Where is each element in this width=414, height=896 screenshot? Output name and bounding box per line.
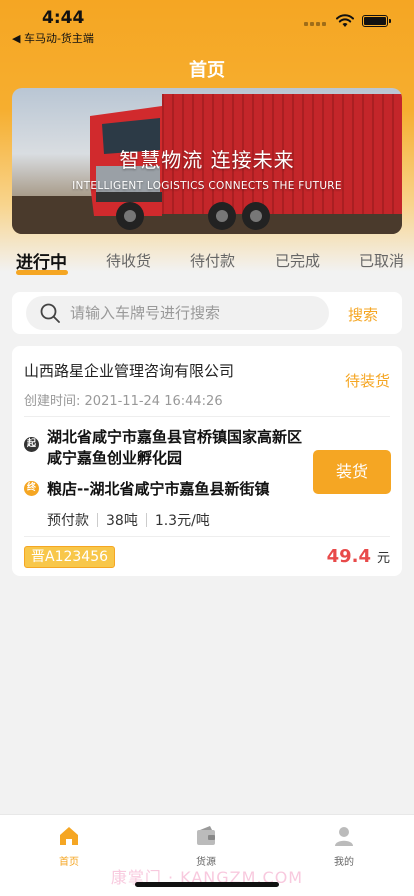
tab-cancelled[interactable]: 已取消	[359, 250, 404, 271]
meta-separator	[97, 513, 98, 527]
created-time-value: 2021-11-24 16:44:26	[84, 394, 223, 409]
created-time-label: 创建时间:	[24, 394, 81, 409]
home-icon	[60, 827, 78, 845]
order-price: 49.4 元	[327, 546, 390, 567]
search-bar: 搜索	[12, 292, 402, 334]
page-title: 首页	[189, 60, 225, 81]
tab-pending-payment[interactable]: 待付款	[190, 250, 235, 271]
load-button[interactable]: 装货	[313, 450, 391, 494]
status-icons	[304, 14, 391, 28]
destination-badge-icon: 终	[24, 481, 39, 496]
home-indicator	[135, 882, 279, 887]
cargo-weight: 38吨	[106, 513, 138, 529]
user-icon	[335, 827, 353, 846]
back-to-app-link[interactable]: ◀ 车马动-货主端	[12, 30, 94, 46]
search-button[interactable]: 搜索	[348, 304, 378, 325]
search-icon	[40, 303, 60, 323]
origin-badge-icon: 起	[24, 437, 39, 452]
signal-icon	[304, 16, 328, 26]
origin-address: 湖北省咸宁市嘉鱼县官桥镇国家高新区咸宁嘉鱼创业孵化园	[47, 428, 303, 467]
divider	[24, 416, 390, 417]
license-plate-badge: 晋A123456	[24, 546, 116, 568]
order-card[interactable]: 山西路星企业管理咨询有限公司 待装货 创建时间: 2021-11-24 16:4…	[12, 346, 402, 576]
freight-rate: 1.3元/吨	[154, 513, 210, 529]
wifi-icon	[336, 14, 354, 27]
meta-separator	[145, 513, 147, 527]
search-box	[26, 296, 329, 330]
order-status-label: 待装货	[344, 372, 390, 390]
status-time: 4:44	[42, 8, 85, 28]
order-meta: 预付款 38吨 1.3元/吨	[47, 510, 210, 530]
price-unit: 元	[376, 551, 390, 566]
tab-pending-receipt[interactable]: 待收货	[106, 250, 151, 271]
status-bar: 4:44 ◀ 车马动-货主端	[0, 0, 414, 46]
active-tab-indicator	[16, 270, 68, 275]
tab-completed[interactable]: 已完成	[275, 250, 320, 271]
banner-subtitle: INTELLIGENT LOGISTICS CONNECTS THE FUTUR…	[72, 180, 342, 192]
payment-type: 预付款	[47, 513, 89, 529]
company-name: 山西路星企业管理咨询有限公司	[24, 362, 235, 380]
banner-title: 智慧物流 连接未来	[119, 148, 295, 172]
plate-search-input[interactable]	[70, 296, 320, 330]
tabbar-home[interactable]: 首页	[39, 825, 99, 868]
wallet-icon	[197, 826, 215, 845]
tabbar-cargo-source[interactable]: 货源	[176, 825, 236, 868]
banner[interactable]: 智慧物流 连接未来 INTELLIGENT LOGISTICS CONNECTS…	[12, 88, 402, 234]
divider	[24, 536, 390, 537]
created-time: 创建时间: 2021-11-24 16:44:26	[24, 390, 223, 409]
price-value: 49.4	[326, 546, 371, 567]
destination-address: 粮店--湖北省咸宁市嘉鱼县新街镇	[47, 480, 270, 498]
tabbar-profile[interactable]: 我的	[314, 825, 374, 868]
battery-icon	[362, 15, 391, 27]
